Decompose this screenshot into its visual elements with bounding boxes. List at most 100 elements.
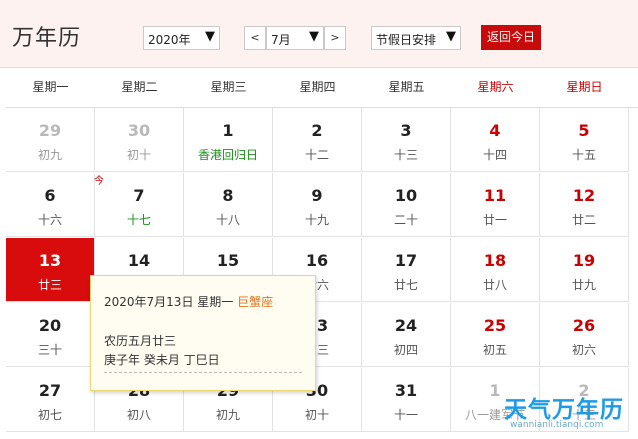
popup-ganzhi: 庚子年 癸未月 丁巳日 (104, 353, 220, 367)
lunar-date: 初十 (126, 148, 151, 162)
day-number: 26 (572, 316, 596, 335)
lunar-date: 初十 (304, 408, 329, 422)
calendar-day-selected[interactable]: 13 廿三 (6, 238, 95, 302)
day-number: 8 (222, 186, 234, 205)
day-number: 19 (572, 251, 596, 270)
day-number: 25 (483, 316, 507, 335)
popup-date-line: 2020年7月13日 星期一 巨蟹座 (104, 293, 309, 311)
calendar-day[interactable]: 18 廿八 (451, 238, 540, 302)
lunar-date: 初八 (126, 408, 151, 422)
lunar-date: 十二 (304, 148, 329, 162)
calendar-day[interactable]: 1 香港回归日 (184, 108, 273, 172)
lunar-date: 初九 (37, 148, 62, 162)
month-select[interactable]: 7月 ▼ (266, 26, 324, 50)
next-month-button[interactable]: > (324, 26, 346, 50)
day-number: 12 (572, 186, 596, 205)
calendar-day[interactable]: 31 十一 (362, 368, 451, 432)
calendar-day[interactable]: 17 廿七 (362, 238, 451, 302)
weekday-label-saturday: 星期六 (477, 80, 514, 94)
lunar-date: 廿九 (571, 278, 596, 292)
weekday-label-sunday: 星期日 (566, 80, 603, 94)
date-detail-popup: 2020年7月13日 星期一 巨蟹座 农历五月廿三 庚子年 癸未月 丁巳日 (90, 275, 316, 391)
calendar-day[interactable]: 9 十九 (273, 173, 362, 237)
day-number: 13 (38, 251, 62, 270)
weekday-header: 星期一 星期二 星期三 星期四 星期五 星期六 星期日 (6, 67, 638, 108)
back-to-today-button[interactable]: 返回今日 (481, 25, 541, 50)
day-number: 31 (394, 381, 418, 400)
day-number: 3 (400, 121, 412, 140)
calendar-day[interactable]: 3 十三 (362, 108, 451, 172)
lunar-date: 三十 (37, 343, 62, 357)
day-number: 27 (38, 381, 62, 400)
calendar-day[interactable]: 6 十六 (6, 173, 95, 237)
prev-month-button[interactable]: < (244, 26, 266, 50)
calendar-day[interactable]: 10 二十 (362, 173, 451, 237)
day-number: 17 (394, 251, 418, 270)
popup-date: 2020年7月13日 星期一 (104, 295, 234, 309)
calendar-day[interactable]: 20 三十 (6, 303, 95, 367)
lunar-date: 初四 (393, 343, 418, 357)
festival-label: 香港回归日 (197, 148, 258, 162)
weekday-label: 星期四 (299, 80, 336, 94)
popup-divider (104, 372, 302, 373)
calendar-day[interactable]: 27 初七 (6, 368, 95, 432)
lunar-date: 初五 (482, 343, 507, 357)
lunar-date: 十九 (304, 213, 329, 227)
logo-url: wannianli.tianqi.com (510, 420, 604, 430)
day-number: 15 (216, 251, 240, 270)
day-number: 9 (311, 186, 323, 205)
lunar-date: 十五 (571, 148, 596, 162)
app-title: 万年历 (12, 26, 82, 51)
chevron-down-icon: ▼ (205, 29, 215, 44)
day-number: 7 (133, 186, 145, 205)
calendar-day[interactable]: 29 初九 (6, 108, 95, 172)
day-number: 4 (489, 121, 501, 140)
lunar-date: 初九 (215, 408, 240, 422)
weekday-label: 星期五 (388, 80, 425, 94)
calendar-day[interactable]: 30 初十 (95, 108, 184, 172)
lunar-date: 初七 (37, 408, 62, 422)
calendar-day[interactable]: 25 初五 (451, 303, 540, 367)
logo-text: 天气万年历 (504, 397, 624, 423)
day-number: 2 (311, 121, 323, 140)
popup-zodiac: 巨蟹座 (237, 295, 274, 309)
lunar-date: 十一 (393, 408, 418, 422)
lunar-date: 初六 (571, 343, 596, 357)
lunar-date: 廿八 (482, 278, 507, 292)
day-number: 10 (394, 186, 418, 205)
holiday-select[interactable]: 节假日安排 ▼ (371, 26, 461, 50)
lunar-date: 廿一 (482, 213, 507, 227)
festival-label: 十七 (126, 213, 151, 227)
calendar-day[interactable]: 12 廿二 (540, 173, 629, 237)
day-number: 20 (38, 316, 62, 335)
chevron-down-icon: ▼ (446, 29, 456, 44)
calendar-day[interactable]: 2 十二 (273, 108, 362, 172)
day-number: 11 (483, 186, 507, 205)
calendar-header: 万年历 2020年 ▼ < 7月 ▼ > 节假日安排 ▼ 返回今日 (0, 0, 638, 68)
day-number: 6 (44, 186, 56, 205)
day-number: 1 (222, 121, 234, 140)
calendar-day[interactable]: 11 廿一 (451, 173, 540, 237)
lunar-date: 十六 (37, 213, 62, 227)
lunar-date: 廿二 (571, 213, 596, 227)
calendar-day[interactable]: 8 十八 (184, 173, 273, 237)
year-select[interactable]: 2020年 ▼ (143, 26, 220, 50)
lunar-date: 十三 (393, 148, 418, 162)
calendar-day[interactable]: 19 廿九 (540, 238, 629, 302)
day-number: 16 (305, 251, 329, 270)
popup-lunar-date: 农历五月廿三 (104, 334, 177, 348)
calendar-day[interactable]: 7 十七 今 (94, 173, 184, 237)
month-select-value: 7月 (271, 33, 291, 47)
calendar-day[interactable]: 24 初四 (362, 303, 451, 367)
calendar-day[interactable]: 4 十四 (451, 108, 540, 172)
calendar-day[interactable]: 5 十五 (540, 108, 629, 172)
weekday-label: 星期二 (121, 80, 158, 94)
day-number: 29 (38, 121, 62, 140)
weekday-label: 星期一 (32, 80, 69, 94)
day-number: 18 (483, 251, 507, 270)
day-number: 30 (127, 121, 151, 140)
lunar-date: 廿三 (37, 278, 62, 292)
holiday-select-value: 节假日安排 (376, 33, 437, 47)
calendar-day[interactable]: 26 初六 (540, 303, 629, 367)
today-marker: 今 (94, 176, 104, 187)
